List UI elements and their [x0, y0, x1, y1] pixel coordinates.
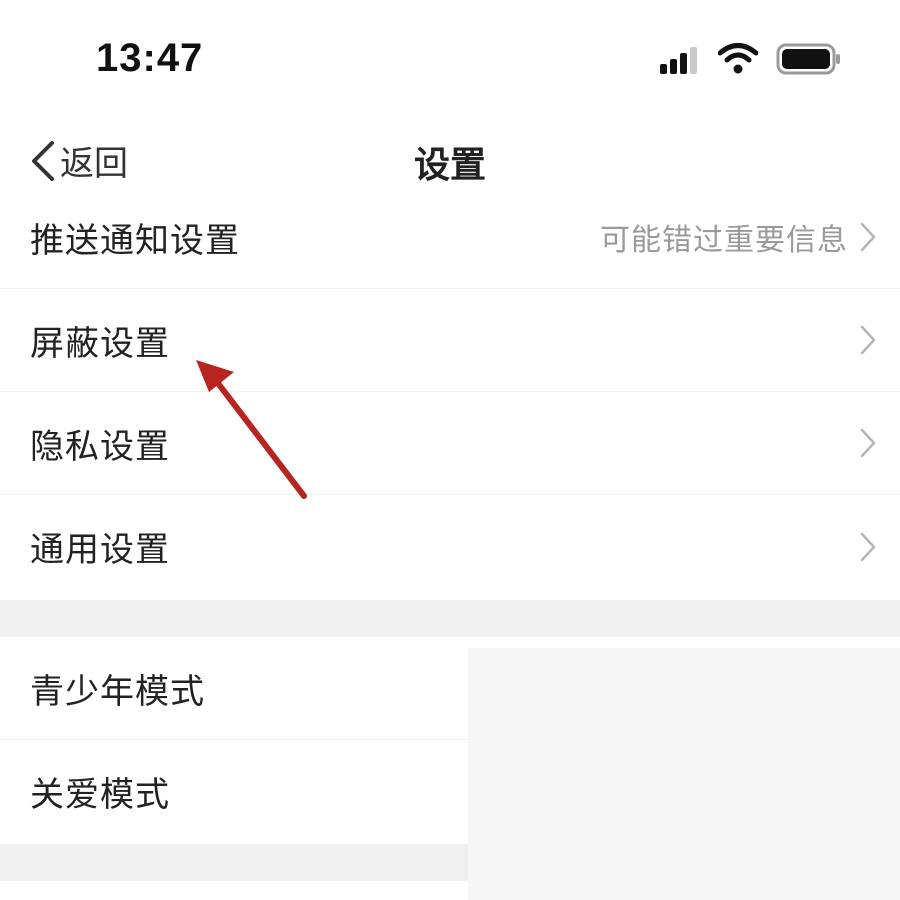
settings-row-general[interactable]: 通用设置 [0, 495, 900, 598]
battery-icon [776, 43, 840, 75]
back-button[interactable]: 返回 [28, 136, 128, 185]
row-label: 推送通知设置 [30, 220, 240, 261]
page-title: 设置 [413, 145, 486, 186]
status-bar: 13:47 [0, 0, 900, 110]
settings-row-privacy[interactable]: 隐私设置 [0, 392, 900, 495]
section-divider [0, 600, 900, 637]
settings-row-push-notification[interactable]: 推送通知设置 可能错过重要信息 [0, 186, 900, 289]
row-label: 屏蔽设置 [30, 323, 170, 364]
chevron-right-icon [860, 325, 876, 355]
chevron-right-icon [860, 222, 876, 252]
row-label: 通用设置 [30, 530, 170, 570]
chevron-left-icon [32, 140, 54, 181]
row-label: 关爱模式 [30, 775, 170, 815]
wifi-icon [718, 43, 758, 74]
settings-row-block[interactable]: 屏蔽设置 [0, 289, 900, 392]
back-label: 返回 [60, 144, 128, 184]
row-subtitle: 可能错过重要信息 [600, 223, 848, 258]
status-time: 13:47 [96, 36, 204, 80]
settings-group-main: 推送通知设置 可能错过重要信息 屏蔽设置 隐私设置 通用设置 [0, 186, 900, 598]
blank-overlay [468, 648, 900, 900]
chevron-right-icon [860, 428, 876, 458]
chevron-right-icon [860, 532, 876, 561]
cellular-signal-icon [660, 47, 697, 74]
row-label: 隐私设置 [30, 426, 170, 467]
row-label: 青少年模式 [30, 671, 205, 712]
